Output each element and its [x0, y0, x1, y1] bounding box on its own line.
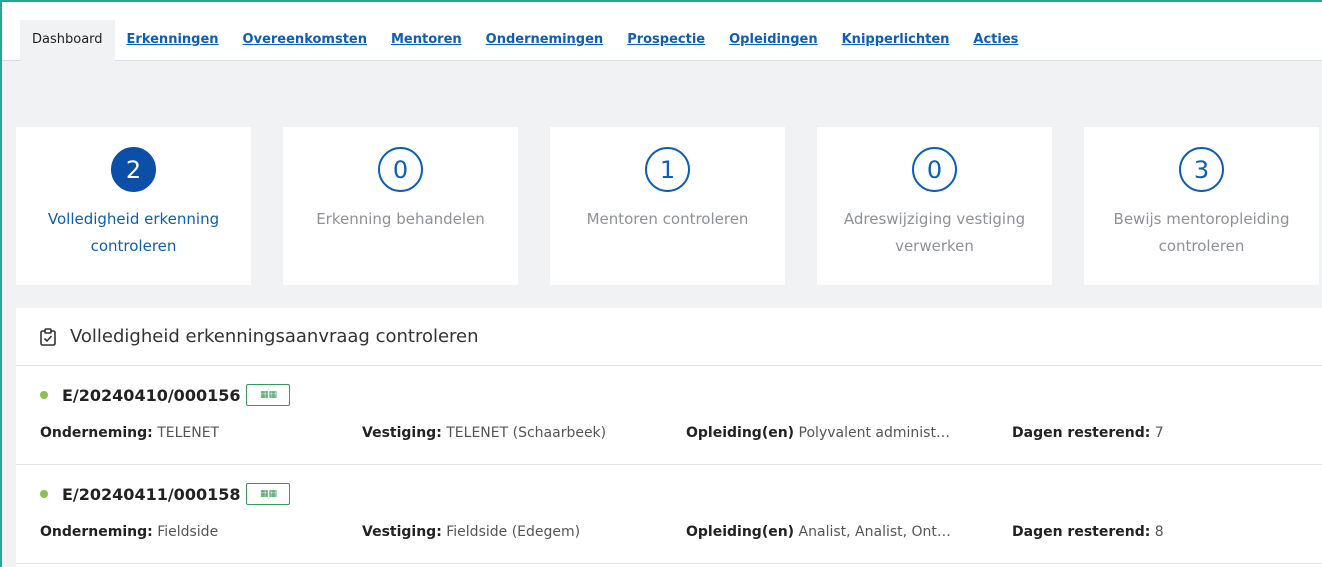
field-label: Vestiging:: [362, 524, 442, 540]
panel-header: Volledigheid erkenningsaanvraag controle…: [16, 308, 1322, 366]
field-label: Dagen resterend:: [1012, 524, 1151, 540]
task-cards: 2 Volledigheid erkenning controleren 0 E…: [16, 127, 1319, 285]
count-badge: 0: [378, 147, 423, 192]
task-list-panel: Volledigheid erkenningsaanvraag controle…: [16, 308, 1322, 567]
card-label: Mentoren controleren: [586, 210, 749, 228]
row-header: E/20240411/000158 ▦▦: [40, 483, 291, 505]
tab-knipperlichten[interactable]: Knipperlichten: [830, 20, 962, 60]
document-badge-icon[interactable]: ▦▦: [246, 483, 291, 505]
tab-erkenningen[interactable]: Erkenningen: [115, 20, 231, 60]
field-vestiging: Vestiging: TELENET (Schaarbeek): [362, 425, 606, 441]
field-value: TELENET (Schaarbeek): [446, 425, 607, 441]
count-badge: 3: [1179, 147, 1224, 192]
field-dagen-resterend: Dagen resterend: 8: [1012, 524, 1164, 540]
main-nav-tabs: Dashboard Erkenningen Overeenkomsten Men…: [2, 2, 1322, 61]
card-mentoren-controleren[interactable]: 1 Mentoren controleren: [550, 127, 785, 285]
panel-title: Volledigheid erkenningsaanvraag controle…: [70, 326, 479, 347]
field-value: Analist, Analist, Ont…: [798, 524, 951, 540]
count-badge: 1: [645, 147, 690, 192]
card-adreswijziging[interactable]: 0 Adreswijziging vestiging verwerken: [817, 127, 1052, 285]
field-dagen-resterend: Dagen resterend: 7: [1012, 425, 1164, 441]
card-label: Bewijs mentoropleiding controleren: [1113, 210, 1290, 255]
tab-overeenkomsten[interactable]: Overeenkomsten: [231, 20, 379, 60]
field-onderneming: Onderneming: TELENET: [40, 425, 219, 441]
field-vestiging: Vestiging: Fieldside (Edegem): [362, 524, 580, 540]
field-label: Onderneming:: [40, 425, 153, 441]
list-item[interactable]: E/20240411/000158 ▦▦ Onderneming: Fields…: [16, 465, 1322, 564]
tab-mentoren[interactable]: Mentoren: [379, 20, 474, 60]
count-badge: 0: [912, 147, 957, 192]
tab-ondernemingen[interactable]: Ondernemingen: [474, 20, 616, 60]
list-item[interactable]: E/20240410/000156 ▦▦ Onderneming: TELENE…: [16, 366, 1322, 465]
erkenning-id-link[interactable]: E/20240410/000156: [62, 386, 240, 405]
erkenning-id-link[interactable]: E/20240411/000158: [62, 485, 240, 504]
tab-acties[interactable]: Acties: [961, 20, 1030, 60]
field-label: Opleiding(en): [686, 524, 795, 540]
card-erkenning-behandelen[interactable]: 0 Erkenning behandelen: [283, 127, 518, 285]
field-label: Opleiding(en): [686, 425, 795, 441]
field-value: 7: [1154, 425, 1164, 441]
card-label: Erkenning behandelen: [316, 210, 485, 228]
row-header: E/20240410/000156 ▦▦: [40, 384, 291, 406]
field-onderneming: Onderneming: Fieldside: [40, 524, 218, 540]
field-value: 8: [1154, 524, 1164, 540]
count-badge: 2: [111, 147, 156, 192]
card-label: Adreswijziging vestiging verwerken: [843, 210, 1026, 255]
tab-opleidingen[interactable]: Opleidingen: [717, 20, 829, 60]
clipboard-check-icon: [40, 327, 56, 346]
status-dot: [40, 490, 48, 498]
card-volledigheid-erkenning[interactable]: 2 Volledigheid erkenning controleren: [16, 127, 251, 285]
app-frame: Dashboard Erkenningen Overeenkomsten Men…: [0, 0, 1322, 567]
field-value: Fieldside (Edegem): [446, 524, 581, 540]
field-label: Onderneming:: [40, 524, 153, 540]
field-label: Dagen resterend:: [1012, 425, 1151, 441]
field-opleidingen: Opleiding(en) Polyvalent administ…: [686, 425, 950, 441]
field-label: Vestiging:: [362, 425, 442, 441]
field-value: Polyvalent administ…: [798, 425, 950, 441]
document-badge-icon[interactable]: ▦▦: [246, 384, 291, 406]
card-label: Volledigheid erkenning controleren: [47, 210, 220, 255]
field-opleidingen: Opleiding(en) Analist, Analist, Ont…: [686, 524, 951, 540]
field-value: Fieldside: [157, 524, 219, 540]
tab-prospectie[interactable]: Prospectie: [615, 20, 717, 60]
status-dot: [40, 391, 48, 399]
field-value: TELENET: [157, 425, 220, 441]
tab-dashboard[interactable]: Dashboard: [20, 20, 115, 61]
card-bewijs-mentoropleiding[interactable]: 3 Bewijs mentoropleiding controleren: [1084, 127, 1319, 285]
